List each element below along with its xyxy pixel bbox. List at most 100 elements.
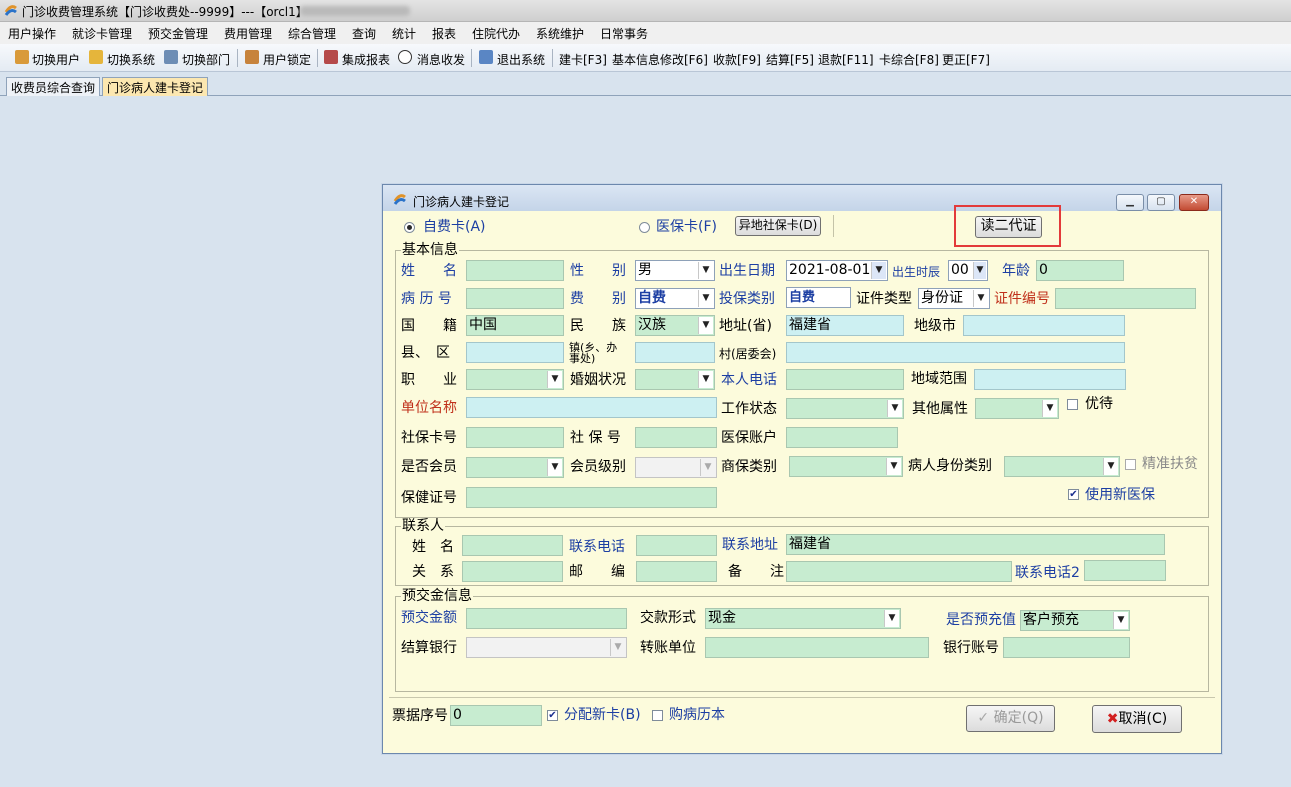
settle-button[interactable]: 结算[F5] (766, 51, 814, 68)
lock-user-button[interactable]: 用户锁定 (263, 51, 311, 68)
menu-query[interactable]: 查询 (352, 25, 376, 42)
menu-stats[interactable]: 统计 (392, 25, 416, 42)
users-icon (15, 50, 29, 64)
read-id-card-button[interactable]: 读二代证 (975, 216, 1042, 238)
ins-type-field[interactable]: 自费 (786, 287, 851, 308)
self-pay-label[interactable]: 自费卡(A) (423, 219, 486, 235)
menu-system-maint[interactable]: 系统维护 (536, 25, 584, 42)
zip-field[interactable] (636, 561, 717, 582)
unit-field[interactable] (466, 397, 717, 418)
modify-info-button[interactable]: 基本信息修改[F6] (612, 51, 708, 68)
switch-dept-button[interactable]: 切换部门 (182, 51, 230, 68)
transfer-unit-field[interactable] (705, 637, 929, 658)
pay-form-label: 交款形式 (640, 610, 696, 626)
chevron-down-icon: ▼ (973, 290, 988, 307)
contact-phone-field[interactable] (636, 535, 717, 556)
tab-cashier-query[interactable]: 收费员综合查询 (6, 77, 101, 96)
poverty-checkbox[interactable] (1125, 459, 1136, 470)
exit-system-button[interactable]: 退出系统 (497, 51, 545, 68)
marital-select[interactable]: ▼ (635, 369, 715, 390)
buy-record-checkbox[interactable] (652, 710, 663, 721)
tab-card-registration[interactable]: 门诊病人建卡登记 (102, 77, 209, 96)
prepaid-select[interactable]: 客户预充 ▼ (1020, 610, 1130, 631)
ok-button[interactable]: ✓ 确定(Q) (966, 705, 1055, 732)
insurance-label[interactable]: 医保卡(F) (656, 219, 717, 235)
phone-field[interactable] (786, 369, 904, 390)
insurance-radio[interactable] (639, 222, 650, 233)
menu-daily[interactable]: 日常事务 (600, 25, 648, 42)
work-status-select[interactable]: ▼ (786, 398, 904, 419)
vip-checkbox[interactable] (1067, 399, 1078, 410)
chevron-down-icon: ▼ (547, 371, 562, 388)
remote-social-card-button[interactable]: 异地社保卡(D) (735, 216, 821, 236)
relation-field[interactable] (462, 561, 563, 582)
self-pay-radio[interactable] (404, 222, 415, 233)
village-field[interactable] (786, 342, 1125, 363)
member-select[interactable]: ▼ (466, 457, 564, 478)
name-field[interactable] (466, 260, 564, 281)
social-no-field[interactable] (635, 427, 717, 448)
contact-name-field[interactable] (462, 535, 563, 556)
maximize-icon[interactable]: ▢ (1147, 194, 1175, 211)
city-field[interactable] (963, 315, 1125, 336)
switch-system-button[interactable]: 切换系统 (107, 51, 155, 68)
minimize-icon[interactable]: ▁ (1116, 194, 1144, 211)
job-select[interactable]: ▼ (466, 369, 564, 390)
contact-phone2-field[interactable] (1084, 560, 1166, 581)
bank-select[interactable]: ▼ (466, 637, 627, 658)
gender-select[interactable]: 男 ▼ (635, 260, 715, 281)
town-field[interactable] (635, 342, 715, 363)
close-icon[interactable]: ✕ (1179, 194, 1209, 211)
ethnic-select[interactable]: 汉族 ▼ (635, 315, 715, 336)
correct-button[interactable]: 更正[F7] (942, 51, 990, 68)
menu-card-mgmt[interactable]: 就诊卡管理 (72, 25, 132, 42)
menu-fee-mgmt[interactable]: 费用管理 (224, 25, 272, 42)
region-field[interactable] (974, 369, 1126, 390)
birth-date-picker[interactable]: 2021-08-01 ▼ (786, 260, 888, 281)
window-title: 门诊收费管理系统【门诊收费处--9999】---【orcl1】 (22, 5, 308, 19)
bank-account-field[interactable] (1003, 637, 1130, 658)
patient-id-type-select[interactable]: ▼ (1004, 456, 1120, 477)
cancel-button[interactable]: ✖取消(C) (1092, 705, 1182, 733)
refund-button[interactable]: 退款[F11] (818, 51, 874, 68)
member-level-select[interactable]: ▼ (635, 457, 717, 478)
health-cert-label: 保健证号 (401, 490, 457, 506)
fee-type-select[interactable]: 自费 ▼ (635, 288, 715, 309)
birth-hour-select[interactable]: 00 ▼ (948, 260, 988, 281)
commercial-select[interactable]: ▼ (789, 456, 903, 477)
prepay-amount-field[interactable] (466, 608, 627, 629)
new-insurance-checkbox[interactable]: ✔ (1068, 489, 1079, 500)
note-field[interactable] (786, 561, 1012, 582)
age-field[interactable]: 0 (1036, 260, 1124, 281)
integrated-report-button[interactable]: 集成报表 (342, 51, 390, 68)
switch-user-button[interactable]: 切换用户 (32, 51, 80, 68)
health-cert-field[interactable] (466, 487, 717, 508)
other-attr-select[interactable]: ▼ (975, 398, 1059, 419)
dialog-title: 门诊病人建卡登记 (413, 195, 510, 209)
menu-prepay-mgmt[interactable]: 预交金管理 (148, 25, 208, 42)
id-no-field[interactable] (1055, 288, 1196, 309)
menu-general-mgmt[interactable]: 综合管理 (288, 25, 336, 42)
menu-reports[interactable]: 报表 (432, 25, 456, 42)
contact-address-field[interactable]: 福建省 (786, 534, 1165, 555)
menu-user-ops[interactable]: 用户操作 (8, 25, 56, 42)
id-type-select[interactable]: 身份证 ▼ (918, 288, 990, 309)
assign-card-checkbox[interactable]: ✔ (547, 710, 558, 721)
collect-button[interactable]: 收款[F9] (713, 51, 761, 68)
transfer-unit-label: 转账单位 (640, 640, 696, 656)
social-card-field[interactable] (466, 427, 564, 448)
native-field[interactable]: 中国 (466, 315, 564, 336)
county-field[interactable] (466, 342, 564, 363)
ticket-no-field[interactable]: 0 (450, 705, 542, 726)
record-no-field[interactable] (466, 288, 564, 309)
messages-button[interactable]: 消息收发 (417, 51, 465, 68)
card-general-button[interactable]: 卡综合[F8] (879, 51, 939, 68)
menu-inpatient-agent[interactable]: 住院代办 (472, 25, 520, 42)
med-account-field[interactable] (786, 427, 898, 448)
name-label: 姓 名 (401, 263, 457, 279)
build-card-button[interactable]: 建卡[F3] (559, 51, 607, 68)
phone-label: 本人电话 (721, 372, 777, 388)
province-field[interactable]: 福建省 (786, 315, 904, 336)
new-insurance-label: 使用新医保 (1085, 487, 1155, 503)
pay-form-select[interactable]: 现金 ▼ (705, 608, 901, 629)
